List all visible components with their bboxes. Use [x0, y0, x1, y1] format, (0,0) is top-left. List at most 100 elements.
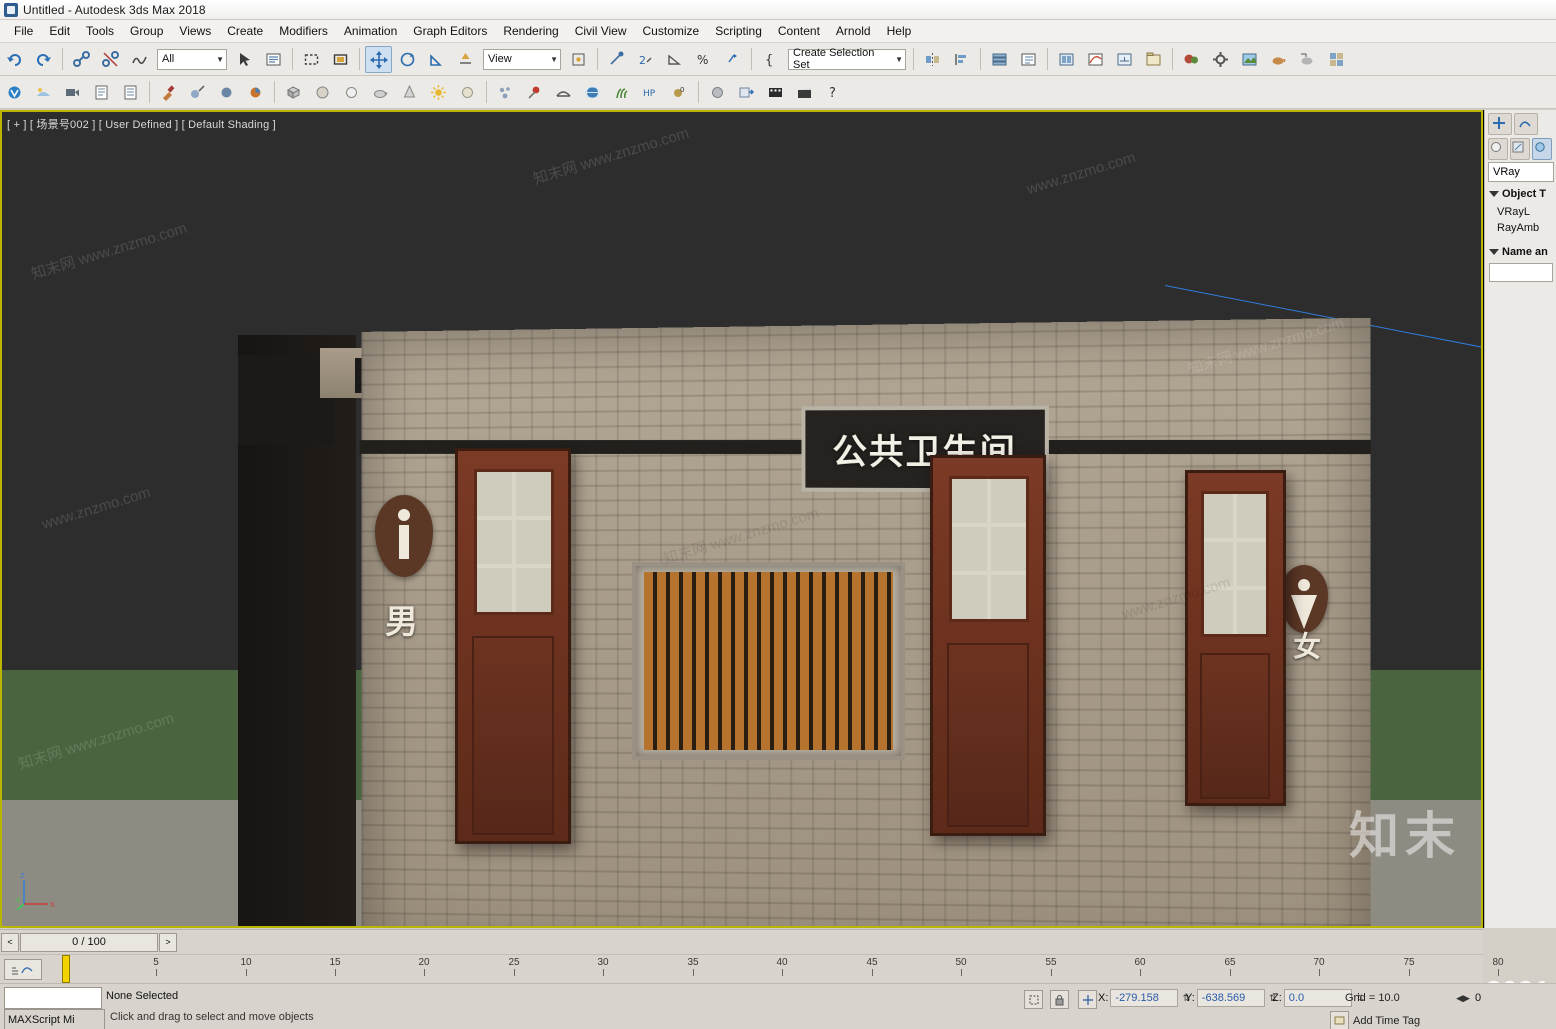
active-shade-button[interactable]: [1323, 46, 1350, 73]
menu-help[interactable]: Help: [879, 21, 920, 41]
add-time-tag[interactable]: Add Time Tag: [1330, 1011, 1420, 1029]
object-name-field[interactable]: [1489, 263, 1553, 282]
content-browser-button[interactable]: [1140, 46, 1167, 73]
vray-button[interactable]: [1, 79, 28, 106]
menu-arnold[interactable]: Arnold: [828, 21, 879, 41]
absolute-relative-toggle[interactable]: [1078, 990, 1097, 1009]
window-crossing-button[interactable]: [327, 46, 354, 73]
gray-sphere-button[interactable]: [704, 79, 731, 106]
color-wheel-button[interactable]: [242, 79, 269, 106]
menu-rendering[interactable]: Rendering: [495, 21, 566, 41]
export-button[interactable]: [733, 79, 760, 106]
bind-to-space-warp-button[interactable]: [126, 46, 153, 73]
select-and-scale-button[interactable]: [423, 46, 450, 73]
clapper-button[interactable]: [791, 79, 818, 106]
list-button[interactable]: [88, 79, 115, 106]
menu-file[interactable]: File: [6, 21, 41, 41]
snaps-toggle-button[interactable]: 2: [632, 46, 659, 73]
z-coordinate-value[interactable]: 0.0: [1283, 989, 1352, 1007]
grass-button[interactable]: [608, 79, 635, 106]
schematic-view-button[interactable]: [1111, 46, 1138, 73]
box-button[interactable]: [280, 79, 307, 106]
object-type-item-vraylight[interactable]: VRayL: [1497, 204, 1553, 220]
render-setup-button[interactable]: [1207, 46, 1234, 73]
hierarchy-tab[interactable]: [1488, 138, 1508, 160]
lock-icon[interactable]: [1050, 990, 1069, 1009]
toggle-ribbon-button[interactable]: [1053, 46, 1080, 73]
select-and-rotate-button[interactable]: [394, 46, 421, 73]
render-production-button[interactable]: [1265, 46, 1292, 73]
align-button[interactable]: [948, 46, 975, 73]
omni-light-button[interactable]: [454, 79, 481, 106]
sun-button[interactable]: [425, 79, 452, 106]
next-frame-button[interactable]: >: [159, 932, 177, 952]
sphere-red-button[interactable]: [521, 79, 548, 106]
maxscript-mini-listener[interactable]: MAXScript Mi: [4, 1009, 105, 1029]
use-center-flyout-button[interactable]: [565, 46, 592, 73]
percent-snap-toggle-button[interactable]: %: [690, 46, 717, 73]
prev-frame-button[interactable]: <: [1, 932, 19, 952]
camera-button[interactable]: [59, 79, 86, 106]
angle-snap-toggle-button[interactable]: [661, 46, 688, 73]
x-coordinate[interactable]: X: -279.158 ⇅: [1098, 989, 1194, 1007]
object-type-rollout-header[interactable]: Object T: [1487, 186, 1555, 202]
spinner-snap-toggle-button[interactable]: [719, 46, 746, 73]
menu-graph-editors[interactable]: Graph Editors: [405, 21, 495, 41]
selection-lock-toggle[interactable]: [1024, 990, 1043, 1009]
filter-curve-button[interactable]: [4, 959, 42, 980]
current-frame-field[interactable]: 0 / 100: [20, 932, 158, 952]
daylight-system-button[interactable]: [30, 79, 57, 106]
named-selection-set-combo[interactable]: Create Selection Set ▼: [788, 47, 906, 71]
time-slider-handle[interactable]: [62, 955, 70, 983]
list2-button[interactable]: [117, 79, 144, 106]
reference-coordinate-system-combo[interactable]: View ▼: [483, 48, 561, 70]
select-and-place-button[interactable]: [452, 46, 479, 73]
select-and-link-button[interactable]: [68, 46, 95, 73]
menu-scripting[interactable]: Scripting: [707, 21, 770, 41]
menu-tools[interactable]: Tools: [78, 21, 122, 41]
film-button[interactable]: [762, 79, 789, 106]
select-by-name-button[interactable]: [260, 46, 287, 73]
create-tab[interactable]: [1488, 113, 1512, 135]
scene-explorer-button[interactable]: [1015, 46, 1042, 73]
modify-tab[interactable]: [1514, 113, 1538, 135]
circle-button[interactable]: [338, 79, 365, 106]
motion-tab[interactable]: [1510, 138, 1530, 160]
y-coordinate-value[interactable]: -638.569: [1196, 989, 1265, 1007]
menu-views[interactable]: Views: [171, 21, 219, 41]
select-and-move-button[interactable]: [365, 45, 392, 73]
layer-explorer-button[interactable]: [986, 46, 1013, 73]
curve-editor-button[interactable]: [1082, 46, 1109, 73]
menu-customize[interactable]: Customize: [635, 21, 708, 41]
help-button[interactable]: ?: [820, 79, 847, 106]
sphere2-button[interactable]: [309, 79, 336, 106]
undo-button[interactable]: [1, 46, 28, 73]
menu-content[interactable]: Content: [770, 21, 828, 41]
render-iterative-button[interactable]: [1294, 46, 1321, 73]
teapot-button[interactable]: [367, 79, 394, 106]
y-coordinate[interactable]: Y: -638.569 ⇅: [1185, 989, 1281, 1007]
particles-button[interactable]: [492, 79, 519, 106]
redo-button[interactable]: [30, 46, 57, 73]
menu-animation[interactable]: Animation: [336, 21, 405, 41]
viewport-label[interactable]: [ + ] [ 场景号002 ] [ User Defined ] [ Defa…: [7, 116, 276, 132]
menu-create[interactable]: Create: [219, 21, 271, 41]
select-and-manipulate-button[interactable]: [603, 46, 630, 73]
sphere-tool-button[interactable]: [213, 79, 240, 106]
display-tab[interactable]: [1532, 138, 1552, 160]
menu-civil-view[interactable]: Civil View: [567, 21, 635, 41]
paint-button[interactable]: [155, 79, 182, 106]
mirror-button[interactable]: [919, 46, 946, 73]
select-object-button[interactable]: [231, 46, 258, 73]
perspective-viewport[interactable]: 公共卫生间 男 女 [ + ] [场景号002] [User Define…: [0, 110, 1484, 928]
menu-group[interactable]: Group: [122, 21, 171, 41]
bridge-button[interactable]: [550, 79, 577, 106]
cone-button[interactable]: [396, 79, 423, 106]
menu-edit[interactable]: Edit: [41, 21, 78, 41]
oil-button[interactable]: 0: [666, 79, 693, 106]
selection-filter-combo[interactable]: All ▼: [157, 48, 227, 70]
rectangular-selection-region-button[interactable]: [298, 46, 325, 73]
object-type-item-vrayambient[interactable]: RayAmb: [1497, 220, 1553, 236]
material-editor-button[interactable]: [1178, 46, 1205, 73]
name-and-color-rollout-header[interactable]: Name an: [1487, 244, 1555, 260]
